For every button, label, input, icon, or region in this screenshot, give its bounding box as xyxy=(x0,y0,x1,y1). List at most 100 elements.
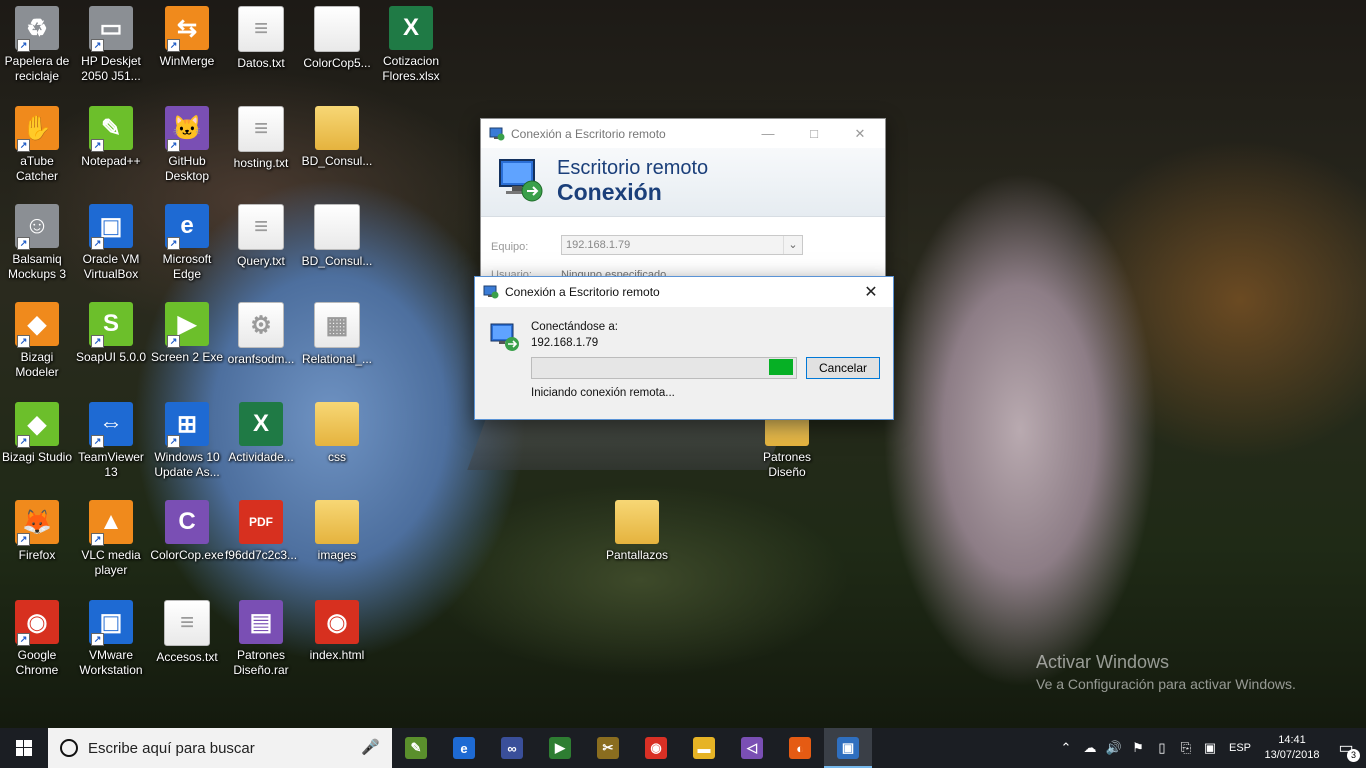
folder-icon xyxy=(315,106,359,150)
taskbar-app-button[interactable]: ✎ xyxy=(392,728,440,768)
banner-line2: Conexión xyxy=(557,179,662,205)
desktop-icon[interactable]: ≡ Datos.txt xyxy=(224,6,298,71)
desktop-icon-label: GitHub Desktop xyxy=(164,154,210,183)
desktop-icon[interactable]: e ↗ Microsoft Edge xyxy=(150,204,224,282)
maximize-button[interactable]: □ xyxy=(791,119,837,148)
desktop-icon[interactable]: X Actividade... xyxy=(224,402,298,465)
desktop-icon[interactable]: Pantallazos xyxy=(600,500,674,563)
desktop-icon-label: Actividade... xyxy=(228,450,294,464)
desktop-icon-label: Patrones Diseño.rar xyxy=(233,648,289,677)
chevron-down-icon[interactable]: ⌄ xyxy=(783,236,802,254)
desktop-icon-label: Cotizacion Flores.xlsx xyxy=(382,54,440,83)
desktop-icon[interactable]: ≡ hosting.txt xyxy=(224,106,298,171)
desktop-icon[interactable]: C ColorCop.exe xyxy=(150,500,224,563)
edge-icon: e ↗ xyxy=(165,204,209,250)
desktop-icon-label: Patrones Diseño xyxy=(762,450,812,479)
desktop-icon[interactable]: ⇔ ↗ TeamViewer 13 xyxy=(74,402,148,480)
window-titlebar[interactable]: Conexión a Escritorio remoto — □ ✕ xyxy=(481,119,885,148)
desktop-icon[interactable]: X Cotizacion Flores.xlsx xyxy=(374,6,448,84)
security-icon[interactable]: ⚑ xyxy=(1126,740,1150,756)
taskbar: Escribe aquí para buscar 🎤 ✎ e ∞ ▶ ✂ ◉ ▬ ◁ ◐ ▣ ⌃ … xyxy=(0,728,1366,768)
close-button[interactable]: ✕ xyxy=(837,119,883,148)
dialog-close-button[interactable]: ✕ xyxy=(849,277,893,307)
pdf-file-icon: PDF xyxy=(239,500,283,544)
shortcut-arrow-icon: ↗ xyxy=(17,39,30,52)
firefox-icon: 🦊 ↗ xyxy=(15,500,59,546)
onedrive-icon[interactable]: ☁ xyxy=(1078,740,1102,756)
desktop-icon[interactable]: S ↗ SoapUI 5.0.0 xyxy=(74,302,148,365)
network-icon[interactable]: ▣ xyxy=(1198,740,1222,756)
desktop-icon[interactable]: ◆ ↗ Bizagi Studio xyxy=(0,402,74,465)
start-button[interactable] xyxy=(0,728,48,768)
desktop-icon[interactable]: 🦊 ↗ Firefox xyxy=(0,500,74,563)
taskbar-clock[interactable]: 14:41 13/07/2018 xyxy=(1258,733,1326,763)
shortcut-arrow-icon: ↗ xyxy=(17,533,30,546)
taskbar-app-button[interactable]: ▶ xyxy=(536,728,584,768)
virtualbox-icon: ▣ ↗ xyxy=(89,204,133,250)
desktop-icon[interactable]: images xyxy=(300,500,374,563)
desktop-icon[interactable]: ⇆ ↗ WinMerge xyxy=(150,6,224,69)
remote-desktop-taskbar-icon: ▣ xyxy=(837,737,859,759)
taskbar-app-button[interactable]: ▣ xyxy=(824,728,872,768)
image-file-icon: ▦ xyxy=(314,302,360,348)
desktop-icon[interactable]: ✎ ↗ Notepad++ xyxy=(74,106,148,169)
equipo-combobox[interactable]: 192.168.1.79 ⌄ xyxy=(561,235,803,255)
desktop-icon[interactable]: ⚙ oranfsodm... xyxy=(224,302,298,367)
desktop-icon[interactable]: ≡ Query.txt xyxy=(224,204,298,269)
connection-progress-bar xyxy=(531,357,797,379)
desktop-icon[interactable]: ◆ ↗ Bizagi Modeler xyxy=(0,302,74,380)
usb-icon[interactable]: ⎘ xyxy=(1174,740,1198,756)
desktop-icon-label: Relational_... xyxy=(301,352,373,366)
taskbar-pinned-apps: ✎ e ∞ ▶ ✂ ◉ ▬ ◁ ◐ ▣ xyxy=(392,728,872,768)
desktop-icon[interactable]: ◉ ↗ Google Chrome xyxy=(0,600,74,678)
dialog-titlebar[interactable]: Conexión a Escritorio remoto ✕ xyxy=(475,277,893,307)
desktop-icon-label: VMware Workstation xyxy=(79,648,143,677)
language-indicator[interactable]: ESP xyxy=(1222,742,1258,754)
action-center-button[interactable]: ▭ 3 xyxy=(1326,728,1366,768)
desktop-icon[interactable]: ▣ ↗ Oracle VM VirtualBox xyxy=(74,204,148,282)
desktop-icon[interactable]: ColorCop5... xyxy=(300,6,374,71)
taskbar-search-box[interactable]: Escribe aquí para buscar 🎤 xyxy=(48,728,392,768)
chevron-up-icon[interactable]: ⌃ xyxy=(1054,740,1078,756)
desktop-icon[interactable]: ▦ Relational_... xyxy=(300,302,374,367)
desktop-icon[interactable]: ▶ ↗ Screen 2 Exe xyxy=(150,302,224,365)
desktop-icon[interactable]: BD_Consul... xyxy=(300,204,374,269)
shortcut-arrow-icon: ↗ xyxy=(17,139,30,152)
desktop-icon[interactable]: ▣ ↗ VMware Workstation xyxy=(74,600,148,678)
desktop-icon[interactable]: ▭ ↗ HP Deskjet 2050 J51... xyxy=(74,6,148,84)
desktop-icon[interactable]: 🐱 ↗ GitHub Desktop xyxy=(150,106,224,184)
desktop-icon-label: Firefox xyxy=(18,548,56,562)
dialog-title: Conexión a Escritorio remoto xyxy=(505,285,660,299)
desktop-icon[interactable]: BD_Consul... xyxy=(300,106,374,169)
taskbar-app-button[interactable]: ▬ xyxy=(680,728,728,768)
taskbar-app-button[interactable]: ◁ xyxy=(728,728,776,768)
taskbar-app-button[interactable]: ◉ xyxy=(632,728,680,768)
desktop-icon[interactable]: ≡ Accesos.txt xyxy=(150,600,224,665)
taskbar-app-button[interactable]: e xyxy=(440,728,488,768)
desktop-icon[interactable]: ◉ index.html xyxy=(300,600,374,663)
desktop-icon[interactable]: ▲ ↗ VLC media player xyxy=(74,500,148,578)
desktop-icon[interactable]: css xyxy=(300,402,374,465)
screen2exe-icon: ▶ ↗ xyxy=(165,302,209,348)
taskbar-app-button[interactable]: ◐ xyxy=(776,728,824,768)
volume-icon[interactable]: 🔊 xyxy=(1102,740,1126,756)
desktop-icon[interactable]: PDF f96dd7c2c3... xyxy=(224,500,298,563)
folder-icon xyxy=(315,500,359,544)
desktop-icon[interactable]: ☺ ↗ Balsamiq Mockups 3 xyxy=(0,204,74,282)
desktop-icon[interactable]: ♻ ↗ Papelera de reciclaje xyxy=(0,6,74,84)
shortcut-arrow-icon: ↗ xyxy=(17,633,30,646)
desktop-icon-label: SoapUI 5.0.0 xyxy=(75,350,147,364)
power-icon[interactable]: ▯ xyxy=(1150,740,1174,756)
desktop-icon[interactable]: ✋ ↗ aTube Catcher xyxy=(0,106,74,184)
desktop-icon-label: index.html xyxy=(309,648,365,662)
desktop-icon[interactable]: ⊞ ↗ Windows 10 Update As... xyxy=(150,402,224,480)
taskbar-app-button[interactable]: ∞ xyxy=(488,728,536,768)
equipo-label: Equipo: xyxy=(491,241,529,253)
windows-logo-icon xyxy=(16,740,32,756)
cancel-button[interactable]: Cancelar xyxy=(806,357,880,379)
microphone-icon[interactable]: 🎤 xyxy=(361,738,380,756)
desktop-icon[interactable]: ▤ Patrones Diseño.rar xyxy=(224,600,298,678)
minimize-button[interactable]: — xyxy=(745,119,791,148)
taskbar-app-button[interactable]: ✂ xyxy=(584,728,632,768)
text-file-icon: ≡ xyxy=(238,204,284,250)
